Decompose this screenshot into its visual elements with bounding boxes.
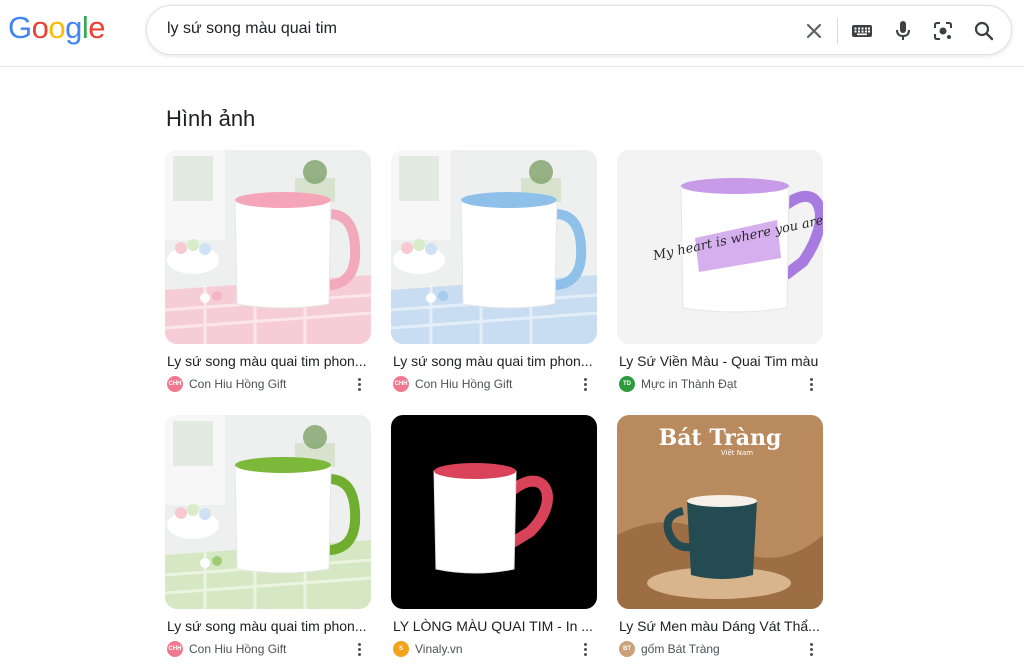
search-icon[interactable] bbox=[969, 16, 999, 46]
image-result-card[interactable]: Ly sứ song màu quai tim phon... CHH Con … bbox=[165, 415, 371, 657]
image-result-card[interactable]: Bát Tràng Việt Nam Ly Sứ Men màu Dáng Vát… bbox=[617, 415, 823, 657]
more-options-icon[interactable] bbox=[353, 641, 365, 657]
logo-letter: e bbox=[88, 10, 106, 45]
logo-letter: o bbox=[31, 10, 49, 45]
result-source-row: CHH Con Hiu Hồng Gift bbox=[391, 376, 597, 392]
thumbnail-image bbox=[391, 150, 597, 344]
more-options-icon[interactable] bbox=[805, 641, 817, 657]
result-caption[interactable]: Ly Sứ Men màu Dáng Vát Thẩ... bbox=[617, 618, 821, 634]
google-logo[interactable]: Google bbox=[8, 10, 106, 46]
source-favicon-icon: BT bbox=[619, 641, 635, 657]
image-result-card[interactable]: Ly sứ song màu quai tim phon... CHH Con … bbox=[391, 150, 597, 392]
result-source[interactable]: Con Hiu Hồng Gift bbox=[415, 377, 512, 391]
result-source[interactable]: gốm Bát Tràng bbox=[641, 642, 720, 656]
result-thumbnail[interactable]: Bát Tràng Việt Nam bbox=[617, 415, 823, 609]
microphone-icon[interactable] bbox=[888, 16, 918, 46]
more-options-icon[interactable] bbox=[805, 376, 817, 392]
thumbnail-image: My heart is where you are bbox=[617, 150, 823, 344]
logo-letter: o bbox=[48, 10, 66, 45]
source-favicon-icon: CHH bbox=[167, 641, 183, 657]
result-thumbnail[interactable] bbox=[165, 415, 371, 609]
search-box[interactable] bbox=[146, 5, 1012, 55]
result-source-row: BT gốm Bát Tràng bbox=[617, 641, 823, 657]
result-caption[interactable]: Ly Sứ Viền Màu - Quai Tim màu bbox=[617, 353, 821, 369]
result-source[interactable]: Con Hiu Hồng Gift bbox=[189, 642, 286, 656]
more-options-icon[interactable] bbox=[579, 641, 591, 657]
result-source[interactable]: Vinaly.vn bbox=[415, 642, 463, 656]
result-caption[interactable]: Ly sứ song màu quai tim phon... bbox=[165, 353, 369, 369]
result-caption[interactable]: LY LÒNG MÀU QUAI TIM - In ... bbox=[391, 618, 595, 634]
image-result-card[interactable]: Ly sứ song màu quai tim phon... CHH Con … bbox=[165, 150, 371, 392]
image-result-card[interactable]: My heart is where you are Ly Sứ Viền Màu… bbox=[617, 150, 823, 392]
image-result-card[interactable]: LY LÒNG MÀU QUAI TIM - In ... S Vinaly.v… bbox=[391, 415, 597, 657]
source-favicon-icon: TD bbox=[619, 376, 635, 392]
search-divider bbox=[837, 18, 838, 44]
source-favicon-icon: S bbox=[393, 641, 409, 657]
result-thumbnail[interactable] bbox=[165, 150, 371, 344]
result-source-row: TD Mực in Thành Đạt bbox=[617, 376, 823, 392]
section-title: Hình ảnh bbox=[166, 106, 256, 131]
clear-icon[interactable] bbox=[799, 16, 829, 46]
top-bar: Google bbox=[0, 0, 1024, 67]
result-source[interactable]: Con Hiu Hồng Gift bbox=[189, 377, 286, 391]
more-options-icon[interactable] bbox=[353, 376, 365, 392]
result-thumbnail[interactable]: My heart is where you are bbox=[617, 150, 823, 344]
result-thumbnail[interactable] bbox=[391, 150, 597, 344]
search-input[interactable] bbox=[167, 20, 767, 38]
keyboard-icon[interactable] bbox=[847, 16, 877, 46]
logo-letter: g bbox=[65, 10, 82, 45]
more-options-icon[interactable] bbox=[579, 376, 591, 392]
thumbnail-image bbox=[165, 150, 371, 344]
brand-title: Bát Tràng bbox=[659, 425, 782, 451]
lens-icon[interactable] bbox=[928, 16, 958, 46]
result-source-row: S Vinaly.vn bbox=[391, 641, 597, 657]
source-favicon-icon: CHH bbox=[393, 376, 409, 392]
result-thumbnail[interactable] bbox=[391, 415, 597, 609]
source-favicon-icon: CHH bbox=[167, 376, 183, 392]
thumbnail-image: Bát TràngViệt Nam bbox=[617, 415, 823, 609]
logo-letter: G bbox=[8, 10, 32, 45]
result-source-row: CHH Con Hiu Hồng Gift bbox=[165, 641, 371, 657]
brand-subtitle: Việt Nam bbox=[721, 449, 753, 457]
result-source-row: CHH Con Hiu Hồng Gift bbox=[165, 376, 371, 392]
result-caption[interactable]: Ly sứ song màu quai tim phon... bbox=[165, 618, 369, 634]
thumbnail-image bbox=[391, 415, 597, 609]
thumbnail-image bbox=[165, 415, 371, 609]
result-source[interactable]: Mực in Thành Đạt bbox=[641, 377, 737, 391]
result-caption[interactable]: Ly sứ song màu quai tim phon... bbox=[391, 353, 595, 369]
